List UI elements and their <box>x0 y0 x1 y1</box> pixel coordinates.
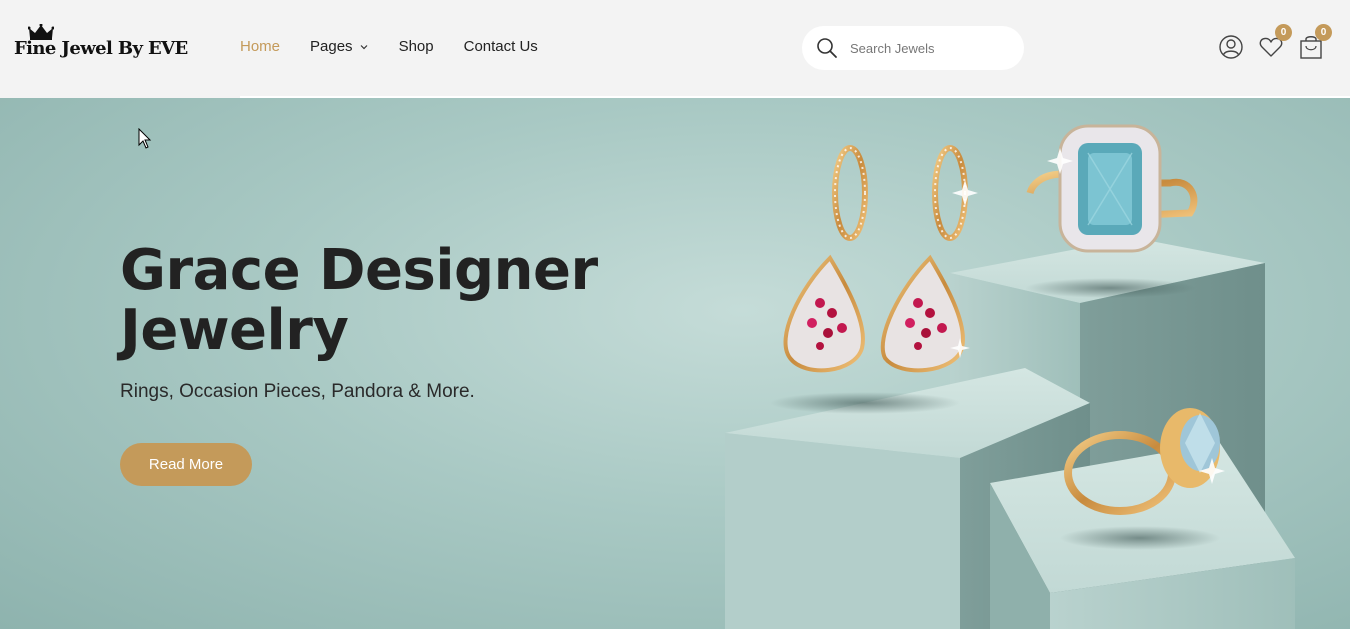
site-header: Fine Jewel By EVE Home Pages Shop Contac… <box>0 0 1350 98</box>
main-nav: Home Pages Shop Contact Us <box>240 38 568 55</box>
wishlist-count-badge: 0 <box>1275 24 1292 41</box>
account-button[interactable] <box>1218 34 1244 60</box>
nav-item-shop[interactable]: Shop <box>399 38 434 55</box>
jewelry-display-image <box>725 124 1295 629</box>
nav-item-pages[interactable]: Pages <box>310 38 369 55</box>
brand-logo[interactable]: Fine Jewel By EVE <box>14 24 188 68</box>
search-box <box>802 26 1024 70</box>
wishlist-button[interactable]: 0 <box>1258 24 1292 60</box>
user-icon <box>1219 35 1243 59</box>
search-input[interactable] <box>850 36 1010 60</box>
hero-title-line-1: Grace Designer <box>120 238 598 303</box>
mouse-cursor-icon <box>138 128 152 149</box>
hero-banner: Grace Designer Jewelry Rings, Occasion P… <box>0 98 1350 629</box>
brand-name: Fine Jewel By EVE <box>14 38 188 59</box>
nav-label: Home <box>240 38 281 55</box>
search-icon[interactable] <box>816 37 838 59</box>
hero-title-line-2: Jewelry <box>120 298 349 363</box>
hero-subtitle: Rings, Occasion Pieces, Pandora & More. <box>120 381 475 402</box>
nav-label: Contact Us <box>463 38 538 55</box>
nav-item-contact[interactable]: Contact Us <box>464 38 538 55</box>
nav-item-home[interactable]: Home <box>240 38 280 55</box>
cart-count-badge: 0 <box>1315 24 1332 41</box>
nav-label: Pages <box>310 38 353 55</box>
hero-title: Grace Designer Jewelry <box>120 241 598 361</box>
chevron-down-icon <box>360 44 367 49</box>
read-more-button[interactable]: Read More <box>120 443 252 486</box>
nav-label: Shop <box>398 38 434 55</box>
cart-button[interactable]: 0 <box>1298 24 1332 60</box>
